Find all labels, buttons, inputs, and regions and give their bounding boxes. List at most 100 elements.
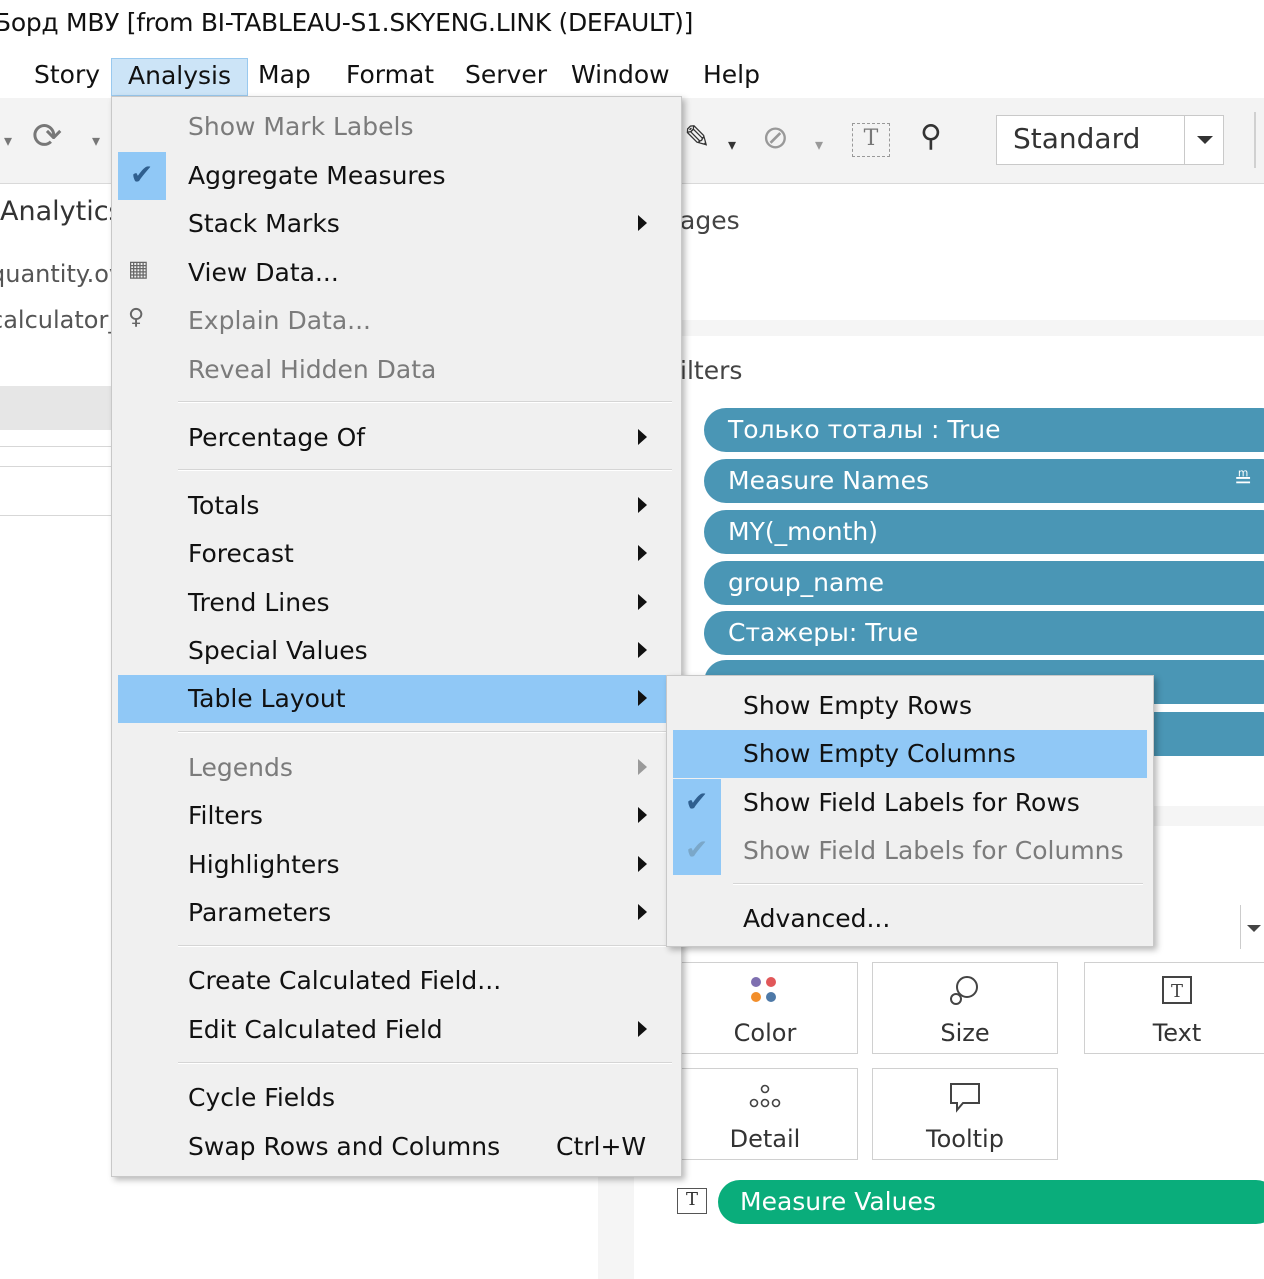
menu-item-highlighters[interactable]: Highlighters	[118, 841, 675, 889]
chevron-down-icon[interactable]	[1184, 116, 1224, 164]
menu-item-stack-marks[interactable]: Stack Marks	[118, 200, 675, 248]
menu-separator	[178, 945, 672, 947]
analysis-menu: Show Mark Labels ✔ Aggregate Measures St…	[111, 96, 682, 1177]
submenu-arrow-icon	[638, 904, 647, 920]
submenu-item-advanced[interactable]: Advanced...	[673, 895, 1147, 943]
submenu-arrow-icon	[638, 429, 647, 445]
pane-header	[0, 386, 112, 430]
submenu-arrow-icon	[638, 545, 647, 561]
color-button[interactable]: Color	[672, 962, 858, 1054]
checkmark-icon: ✔	[685, 785, 709, 818]
menu-item-create-calculated-field[interactable]: Create Calculated Field...	[118, 957, 675, 1005]
submenu-arrow-icon	[638, 807, 647, 823]
color-dots-icon	[673, 973, 857, 1009]
text-label: Text	[1152, 1019, 1202, 1047]
submenu-item-field-labels-rows[interactable]: ✔ Show Field Labels for Rows	[673, 779, 1147, 827]
title-bar: Борд МВУ [from BI-TABLEAU-S1.SKYENG.LINK…	[0, 0, 1264, 50]
submenu-arrow-icon	[638, 690, 647, 706]
pin-icon[interactable]: ⚲	[920, 122, 942, 152]
pages-card	[634, 184, 1264, 320]
menu-item-filters[interactable]: Filters	[118, 792, 675, 840]
submenu-arrow-icon	[638, 594, 647, 610]
detail-button[interactable]: Detail	[672, 1068, 858, 1160]
filter-pill-label: Measure Names	[728, 466, 929, 495]
filter-pill-measure-names[interactable]: Measure Names ≞	[704, 459, 1264, 503]
tooltip-label: Tooltip	[926, 1125, 1004, 1153]
data-pane	[0, 184, 112, 524]
size-icon	[873, 973, 1057, 1009]
menu-map[interactable]: Map	[242, 58, 327, 96]
highlighter-dropdown-icon[interactable]: ▾	[728, 130, 736, 160]
text-box-icon[interactable]: T	[852, 123, 890, 157]
menu-item-cycle-fields[interactable]: Cycle Fields	[118, 1074, 675, 1122]
menu-item-aggregate-measures[interactable]: ✔ Aggregate Measures	[118, 152, 675, 200]
menu-separator	[733, 883, 1143, 885]
highlighter-icon[interactable]: ✎	[684, 121, 711, 153]
submenu-item-show-empty-rows[interactable]: Show Empty Rows	[673, 682, 1147, 730]
divider	[0, 515, 112, 516]
submenu-arrow-icon	[638, 497, 647, 513]
svg-text:T: T	[1171, 981, 1183, 1002]
menu-item-explain-data[interactable]: ♀ Explain Data...	[118, 297, 675, 345]
submenu-arrow-icon	[638, 215, 647, 231]
filters-label: ilters	[680, 356, 743, 385]
menu-help[interactable]: Help	[687, 58, 776, 96]
menu-separator	[178, 1062, 672, 1064]
undo-dropdown-icon[interactable]: ▾	[4, 126, 12, 156]
filter-pill[interactable]: MY(_month)	[704, 510, 1264, 554]
submenu-arrow-icon	[638, 856, 647, 872]
menu-item-reveal-hidden-data[interactable]: Reveal Hidden Data	[118, 346, 675, 394]
grid-icon: ▦	[128, 257, 149, 282]
menu-item-table-layout[interactable]: Table Layout	[118, 675, 675, 723]
menu-item-percentage-of[interactable]: Percentage Of	[118, 414, 675, 462]
filter-pill[interactable]: group_name	[704, 561, 1264, 605]
menu-item-legends[interactable]: Legends	[118, 744, 675, 792]
filter-pill[interactable]: Стажеры: True	[704, 611, 1264, 655]
menu-separator	[178, 731, 672, 733]
submenu-item-field-labels-columns[interactable]: ✔ Show Field Labels for Columns	[673, 827, 1147, 875]
refresh-icon[interactable]: ⟳	[32, 119, 62, 155]
menu-item-trend-lines[interactable]: Trend Lines	[118, 579, 675, 627]
shortcut-label: Ctrl+W	[556, 1132, 647, 1161]
menu-item-parameters[interactable]: Parameters	[118, 889, 675, 937]
submenu-arrow-icon	[638, 642, 647, 658]
measure-values-pill[interactable]: Measure Values	[718, 1180, 1264, 1224]
size-button[interactable]: Size	[872, 962, 1058, 1054]
table-layout-submenu: Show Empty Rows Show Empty Columns ✔ Sho…	[666, 675, 1154, 947]
menu-item-totals[interactable]: Totals	[118, 482, 675, 530]
checkmark-icon: ✔	[685, 833, 709, 866]
menu-item-special-values[interactable]: Special Values	[118, 627, 675, 675]
divider	[0, 446, 112, 447]
paperclip-dropdown-icon[interactable]: ▾	[815, 130, 823, 160]
submenu-item-show-empty-columns[interactable]: Show Empty Columns	[673, 730, 1147, 778]
tooltip-icon	[873, 1079, 1057, 1115]
mark-type-dropdown[interactable]	[1240, 905, 1264, 949]
menu-item-show-mark-labels[interactable]: Show Mark Labels	[118, 103, 675, 151]
refresh-dropdown-icon[interactable]: ▾	[92, 126, 100, 156]
color-label: Color	[733, 1019, 797, 1047]
submenu-arrow-icon	[638, 759, 647, 775]
tableau-window: Борд МВУ [from BI-TABLEAU-S1.SKYENG.LINK…	[0, 0, 1264, 1279]
menu-item-forecast[interactable]: Forecast	[118, 530, 675, 578]
detail-dots-icon	[673, 1079, 857, 1115]
paperclip-icon[interactable]: ⊘	[762, 121, 789, 153]
toolbar-divider	[1254, 112, 1256, 168]
menu-separator	[178, 401, 672, 403]
menu-analysis[interactable]: Analysis	[111, 58, 249, 96]
menu-item-view-data[interactable]: ▦ View Data...	[118, 249, 675, 297]
detail-label: Detail	[729, 1125, 801, 1153]
menu-story[interactable]: Story	[18, 58, 116, 96]
text-button[interactable]: T Text	[1084, 962, 1264, 1054]
menu-item-edit-calculated-field[interactable]: Edit Calculated Field	[118, 1006, 675, 1054]
submenu-arrow-icon	[638, 1021, 647, 1037]
tooltip-button[interactable]: Tooltip	[872, 1068, 1058, 1160]
divider	[0, 466, 112, 467]
text-icon: T	[1085, 973, 1264, 1009]
analytics-tab[interactable]: Analytics	[0, 196, 123, 227]
checkmark-icon: ✔	[130, 158, 154, 191]
menu-item-swap-rows-columns[interactable]: Swap Rows and Columns Ctrl+W	[118, 1123, 675, 1171]
menu-window[interactable]: Window	[555, 58, 686, 96]
menu-server[interactable]: Server	[449, 58, 563, 96]
menu-format[interactable]: Format	[330, 58, 450, 96]
filter-pill[interactable]: Только тоталы : True	[704, 408, 1264, 452]
